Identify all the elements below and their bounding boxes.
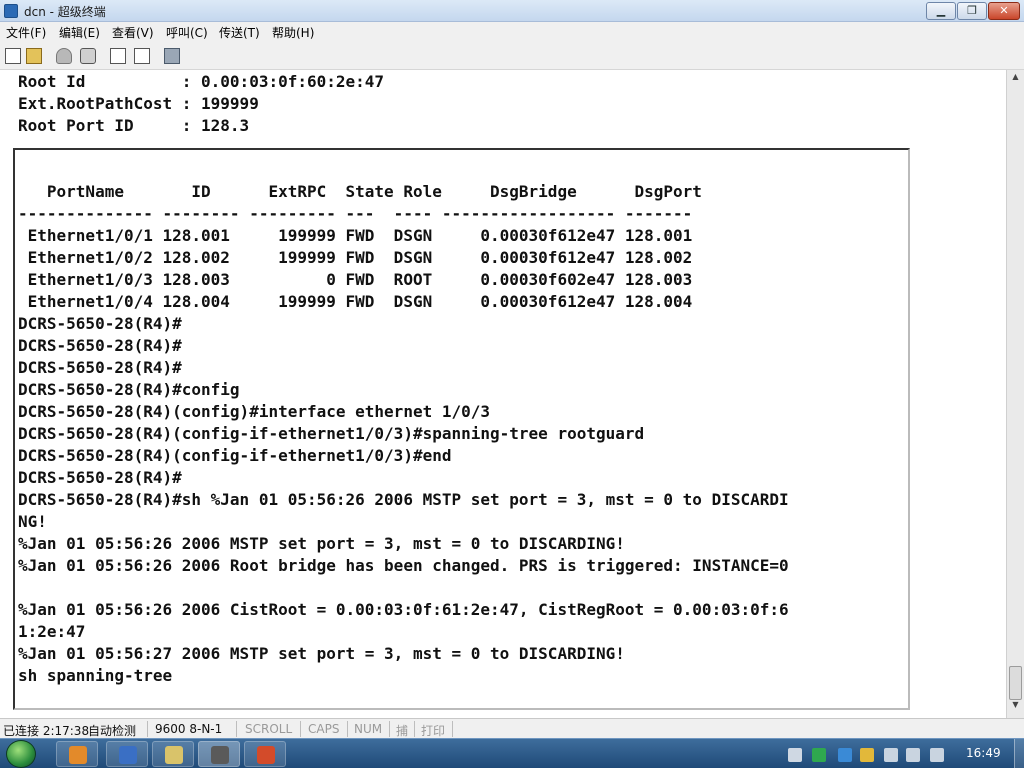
title-bar: dcn - 超级终端 ▁ ❐ ✕ <box>0 0 1024 22</box>
terminal-header-line: Root Id : 0.00:03:0f:60:2e:47 <box>18 72 385 91</box>
status-connection: 已连接 2:17:38 <box>3 724 90 738</box>
status-divider <box>347 721 348 737</box>
status-params: 9600 8-N-1 <box>155 722 223 736</box>
terminal-line: DCRS-5650-28(R4)#config <box>18 380 240 399</box>
menu-edit[interactable]: 编辑(E) <box>59 24 100 41</box>
status-divider <box>300 721 301 737</box>
windows-start-icon[interactable] <box>6 740 36 768</box>
terminal-line: NG! <box>18 512 47 531</box>
status-divider <box>452 721 453 737</box>
status-divider <box>414 721 415 737</box>
status-capture: 捕 <box>396 724 409 738</box>
tray-device-icon[interactable] <box>884 748 898 762</box>
terminal-line: 1:2e:47 <box>18 622 86 641</box>
new-icon[interactable] <box>5 48 21 64</box>
terminal-line: Ethernet1/0/4 128.004 199999 FWD DSGN 0.… <box>18 292 693 311</box>
minimize-button[interactable]: ▁ <box>926 2 956 20</box>
terminal-screen[interactable]: PortName ID ExtRPC State Role DsgBridge … <box>13 148 910 710</box>
receive-icon[interactable] <box>134 48 150 64</box>
minimize-icon: ▁ <box>936 4 946 17</box>
terminal-line: DCRS-5650-28(R4)# <box>18 358 182 377</box>
terminal-output: PortName ID ExtRPC State Role DsgBridge … <box>18 181 789 687</box>
terminal-app-icon <box>4 4 18 18</box>
status-num: NUM <box>354 722 383 736</box>
vertical-scrollbar[interactable]: ▲ ▼ <box>1006 70 1024 718</box>
terminal-line: DCRS-5650-28(R4)(config-if-ethernet1/0/3… <box>18 424 645 443</box>
show-desktop-button[interactable] <box>1014 739 1024 768</box>
maximize-button[interactable]: ❐ <box>957 2 987 20</box>
scroll-up-icon[interactable]: ▲ <box>1009 72 1022 86</box>
tray-display-icon[interactable] <box>788 748 802 762</box>
menu-call[interactable]: 呼叫(C) <box>166 24 208 41</box>
menu-file[interactable]: 文件(F) <box>6 24 46 41</box>
menu-transfer[interactable]: 传送(T) <box>219 24 260 41</box>
terminal-line: DCRS-5650-28(R4)# <box>18 314 182 333</box>
properties-icon[interactable] <box>164 48 180 64</box>
word-icon <box>119 746 137 764</box>
close-icon: ✕ <box>999 4 1009 17</box>
terminal-line: DCRS-5650-28(R4)# <box>18 336 182 355</box>
scroll-down-icon[interactable]: ▼ <box>1009 700 1022 714</box>
taskbar-hyperterminal-button[interactable] <box>198 741 240 767</box>
terminal-line: %Jan 01 05:56:26 2006 Root bridge has be… <box>18 556 789 575</box>
terminal-line: sh spanning-tree <box>18 666 173 685</box>
tray-security-icon[interactable] <box>812 748 826 762</box>
terminal-line: %Jan 01 05:56:26 2006 MSTP set port = 3,… <box>18 534 625 553</box>
taskbar-word-button[interactable] <box>106 741 148 767</box>
terminal-line: Ethernet1/0/2 128.002 199999 FWD DSGN 0.… <box>18 248 693 267</box>
status-print: 打印 <box>421 724 446 738</box>
terminal-line: DCRS-5650-28(R4)(config)#interface ether… <box>18 402 491 421</box>
taskbar-powerpoint-button[interactable] <box>244 741 286 767</box>
taskbar-explorer-button[interactable] <box>56 741 98 767</box>
terminal-line: Ethernet1/0/1 128.001 199999 FWD DSGN 0.… <box>18 226 693 245</box>
terminal-line: DCRS-5650-28(R4)(config-if-ethernet1/0/3… <box>18 446 452 465</box>
terminal-line: %Jan 01 05:56:27 2006 MSTP set port = 3,… <box>18 644 625 663</box>
hyperterminal-icon <box>211 746 229 764</box>
close-button[interactable]: ✕ <box>988 2 1020 20</box>
taskbar: 16:49 <box>0 738 1024 768</box>
tray-flag-icon[interactable] <box>906 748 920 762</box>
folder-icon <box>69 746 87 764</box>
menu-bar: 文件(F) 编辑(E) 查看(V) 呼叫(C) 传送(T) 帮助(H) <box>0 22 1024 42</box>
terminal-line: %Jan 01 05:56:26 2006 CistRoot = 0.00:03… <box>18 600 789 619</box>
menu-view[interactable]: 查看(V) <box>112 24 154 41</box>
open-icon[interactable] <box>26 48 42 64</box>
terminal-area[interactable]: Root Id : 0.00:03:0f:60:2e:47 Ext.RootPat… <box>0 70 1006 718</box>
terminal-header-line: Root Port ID : 128.3 <box>18 116 250 135</box>
terminal-header-lines: Root Id : 0.00:03:0f:60:2e:47 Ext.RootPat… <box>18 71 384 137</box>
status-divider <box>147 721 148 737</box>
window-title: dcn - 超级终端 <box>24 5 106 19</box>
tray-shield-icon[interactable] <box>838 748 852 762</box>
powerpoint-icon <box>257 746 275 764</box>
files-icon <box>165 746 183 764</box>
restore-icon: ❐ <box>967 4 977 17</box>
status-caps: CAPS <box>308 722 340 736</box>
terminal-line: Ethernet1/0/3 128.003 0 FWD ROOT 0.00030… <box>18 270 693 289</box>
taskbar-files-button[interactable] <box>152 741 194 767</box>
send-icon[interactable] <box>110 48 126 64</box>
terminal-line: -------------- -------- --------- --- --… <box>18 204 693 223</box>
terminal-line: DCRS-5650-28(R4)# <box>18 468 182 487</box>
tray-network-icon[interactable] <box>860 748 874 762</box>
toolbar <box>0 42 1024 70</box>
tray-volume-icon[interactable] <box>930 748 944 762</box>
taskbar-clock: 16:49 <box>966 746 1001 760</box>
scroll-thumb[interactable] <box>1009 666 1022 700</box>
status-divider <box>389 721 390 737</box>
terminal-line: PortName ID ExtRPC State Role DsgBridge … <box>18 182 702 201</box>
hangup-icon[interactable] <box>80 48 96 64</box>
terminal-header-line: Ext.RootPathCost : 199999 <box>18 94 259 113</box>
menu-help[interactable]: 帮助(H) <box>272 24 314 41</box>
status-bar: 已连接 2:17:38 自动检测 9600 8-N-1 SCROLL CAPS … <box>0 718 1024 738</box>
status-detect: 自动检测 <box>88 724 137 738</box>
phone-icon[interactable] <box>56 48 72 64</box>
terminal-line: DCRS-5650-28(R4)#sh %Jan 01 05:56:26 200… <box>18 490 789 509</box>
status-scroll: SCROLL <box>245 722 293 736</box>
status-divider <box>236 721 237 737</box>
